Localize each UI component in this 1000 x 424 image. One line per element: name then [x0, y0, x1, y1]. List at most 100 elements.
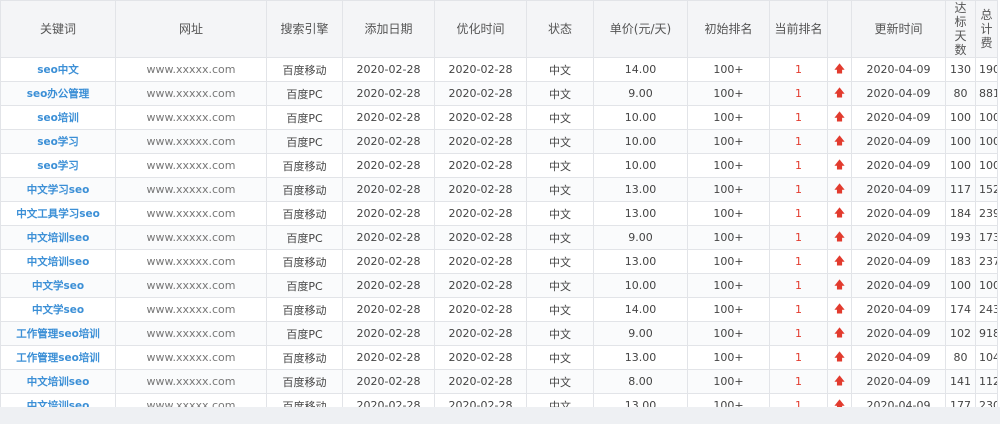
column-header-keyword[interactable]: 关键词: [0, 0, 116, 58]
initial-rank-cell: 100+: [687, 81, 770, 106]
keyword-link[interactable]: 中文工具学习seo: [16, 208, 100, 220]
total-cost-cell: 1737: [975, 225, 998, 250]
table-row[interactable]: 工作管理seo培训 www.xxxxx.com 百度PC 2020-02-28 …: [0, 321, 998, 346]
status-cell: 中文: [526, 297, 594, 322]
column-header-engine[interactable]: 搜索引擎: [266, 0, 343, 58]
added-date-cell: 2020-02-28: [342, 249, 435, 274]
current-rank-cell: 1: [769, 57, 828, 82]
table-row[interactable]: 工作管理seo培训 www.xxxxx.com 百度移动 2020-02-28 …: [0, 345, 998, 370]
column-header-added-date[interactable]: 添加日期: [342, 0, 435, 58]
table-row[interactable]: 中文培训seo www.xxxxx.com 百度PC 2020-02-28 20…: [0, 225, 998, 250]
table-row[interactable]: 中文培训seo www.xxxxx.com 百度移动 2020-02-28 20…: [0, 369, 998, 394]
keyword-link[interactable]: seo中文: [37, 64, 79, 76]
keyword-link[interactable]: seo办公管理: [27, 88, 90, 100]
table-row[interactable]: seo学习 www.xxxxx.com 百度移动 2020-02-28 2020…: [0, 153, 998, 178]
arrow-up-icon: 🡅: [833, 182, 846, 195]
keyword-link[interactable]: seo学习: [37, 160, 79, 172]
added-date-cell: 2020-02-28: [342, 105, 435, 130]
url-cell: www.xxxxx.com: [115, 177, 267, 202]
total-cost-cell: 1000: [975, 129, 998, 154]
days-cell: 130: [945, 57, 976, 82]
table-row[interactable]: 中文工具学习seo www.xxxxx.com 百度移动 2020-02-28 …: [0, 201, 998, 226]
status-cell: 中文: [526, 153, 594, 178]
column-header-current-rank[interactable]: 当前排名: [769, 0, 828, 58]
engine-cell: 百度移动: [266, 57, 343, 82]
added-date-cell: 2020-02-28: [342, 153, 435, 178]
keyword-link[interactable]: 中文学seo: [32, 304, 84, 316]
current-rank-cell: 1: [769, 105, 828, 130]
optimize-time-cell: 2020-02-28: [434, 153, 527, 178]
engine-cell: 百度移动: [266, 201, 343, 226]
update-time-cell: 2020-04-09: [851, 105, 946, 130]
table-row[interactable]: seo中文 www.xxxxx.com 百度移动 2020-02-28 2020…: [0, 57, 998, 82]
keyword-link[interactable]: 中文培训seo: [27, 232, 90, 244]
column-header-initial-rank[interactable]: 初始排名: [687, 0, 770, 58]
column-header-update-time[interactable]: 更新时间: [851, 0, 946, 58]
url-cell: www.xxxxx.com: [115, 129, 267, 154]
column-header-url[interactable]: 网址: [115, 0, 267, 58]
optimize-time-cell: 2020-02-28: [434, 105, 527, 130]
days-cell: 184: [945, 201, 976, 226]
days-cell: 100: [945, 129, 976, 154]
optimize-time-cell: 2020-02-28: [434, 369, 527, 394]
price-cell: 13.00: [593, 201, 688, 226]
update-time-cell: 2020-04-09: [851, 321, 946, 346]
optimize-time-cell: 2020-02-28: [434, 81, 527, 106]
arrow-up-icon: 🡅: [833, 110, 846, 123]
keyword-link[interactable]: 工作管理seo培训: [16, 352, 100, 364]
table-row[interactable]: seo办公管理 www.xxxxx.com 百度PC 2020-02-28 20…: [0, 81, 998, 106]
current-rank-cell: 1: [769, 345, 828, 370]
url-cell: www.xxxxx.com: [115, 105, 267, 130]
initial-rank-cell: 100+: [687, 249, 770, 274]
column-header-days[interactable]: 达标天数: [945, 0, 976, 58]
status-cell: 中文: [526, 225, 594, 250]
keyword-link[interactable]: 中文学seo: [32, 280, 84, 292]
added-date-cell: 2020-02-28: [342, 201, 435, 226]
arrow-up-icon: 🡅: [833, 86, 846, 99]
column-header-price[interactable]: 单价(元/天): [593, 0, 688, 58]
engine-cell: 百度PC: [266, 321, 343, 346]
status-cell: 中文: [526, 369, 594, 394]
initial-rank-cell: 100+: [687, 321, 770, 346]
total-cost-cell: 1521: [975, 177, 998, 202]
url-cell: www.xxxxx.com: [115, 81, 267, 106]
update-time-cell: 2020-04-09: [851, 57, 946, 82]
keyword-link[interactable]: seo学习: [37, 136, 79, 148]
keyword-link[interactable]: 中文培训seo: [27, 256, 90, 268]
table-row[interactable]: 中文学seo www.xxxxx.com 百度移动 2020-02-28 202…: [0, 297, 998, 322]
current-rank-cell: 1: [769, 177, 828, 202]
status-cell: 中文: [526, 57, 594, 82]
price-cell: 8.00: [593, 369, 688, 394]
added-date-cell: 2020-02-28: [342, 273, 435, 298]
added-date-cell: 2020-02-28: [342, 129, 435, 154]
column-header-optimize-time[interactable]: 优化时间: [434, 0, 527, 58]
days-cell: 193: [945, 225, 976, 250]
total-cost-cell: 2379: [975, 249, 998, 274]
total-cost-cell: 1000: [975, 153, 998, 178]
keyword-link[interactable]: seo培训: [37, 112, 79, 124]
column-header-total[interactable]: 总计费: [975, 0, 998, 58]
keyword-link[interactable]: 中文学习seo: [27, 184, 90, 196]
status-cell: 中文: [526, 105, 594, 130]
status-cell: 中文: [526, 177, 594, 202]
keyword-link[interactable]: 工作管理seo培训: [16, 328, 100, 340]
status-cell: 中文: [526, 345, 594, 370]
keyword-ranking-table: 关键词 网址 搜索引擎 添加日期 优化时间 状态 单价(元/天) 初始排名 当前…: [0, 0, 998, 418]
table-row[interactable]: 中文学seo www.xxxxx.com 百度PC 2020-02-28 202…: [0, 273, 998, 298]
table-row[interactable]: 中文学习seo www.xxxxx.com 百度移动 2020-02-28 20…: [0, 177, 998, 202]
initial-rank-cell: 100+: [687, 273, 770, 298]
keyword-link[interactable]: 中文培训seo: [27, 376, 90, 388]
table-row[interactable]: seo学习 www.xxxxx.com 百度PC 2020-02-28 2020…: [0, 129, 998, 154]
optimize-time-cell: 2020-02-28: [434, 201, 527, 226]
optimize-time-cell: 2020-02-28: [434, 345, 527, 370]
current-rank-cell: 1: [769, 273, 828, 298]
initial-rank-cell: 100+: [687, 225, 770, 250]
table-row[interactable]: 中文培训seo www.xxxxx.com 百度移动 2020-02-28 20…: [0, 249, 998, 274]
column-header-status[interactable]: 状态: [526, 0, 594, 58]
update-time-cell: 2020-04-09: [851, 129, 946, 154]
table-row[interactable]: seo培训 www.xxxxx.com 百度PC 2020-02-28 2020…: [0, 105, 998, 130]
engine-cell: 百度移动: [266, 153, 343, 178]
current-rank-cell: 1: [769, 201, 828, 226]
total-cost-cell: 1000: [975, 105, 998, 130]
initial-rank-cell: 100+: [687, 201, 770, 226]
